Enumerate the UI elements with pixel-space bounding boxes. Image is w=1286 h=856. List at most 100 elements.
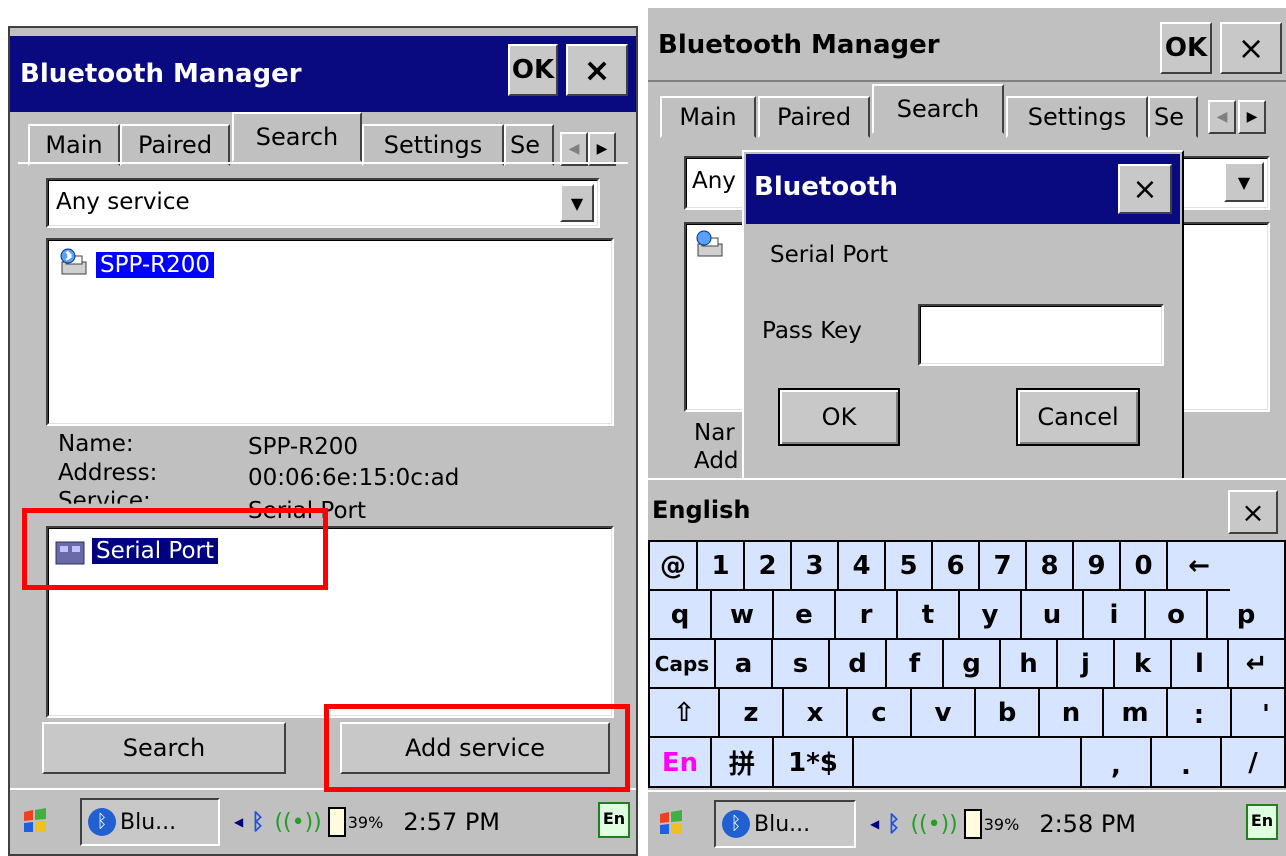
- enter-key[interactable]: ↵: [1229, 640, 1284, 689]
- wifi-signal-icon[interactable]: ((•)): [910, 812, 957, 837]
- language-en-key[interactable]: En: [650, 738, 712, 787]
- tab-paired[interactable]: Paired: [120, 124, 230, 166]
- tab-main[interactable]: Main: [28, 124, 120, 166]
- key-b[interactable]: b: [976, 689, 1040, 738]
- ok-button[interactable]: OK: [508, 44, 558, 96]
- chevron-down-icon[interactable]: ▼: [560, 184, 594, 222]
- battery-icon[interactable]: [327, 807, 346, 837]
- tray-arrow-icon[interactable]: ◀: [234, 815, 243, 829]
- key-i[interactable]: i: [1084, 591, 1146, 640]
- symbols-key[interactable]: 1*$: [774, 738, 854, 787]
- taskbar-app-button[interactable]: ᛒ Blu...: [714, 800, 856, 848]
- key-k[interactable]: k: [1115, 640, 1172, 689]
- key-d[interactable]: d: [830, 640, 887, 689]
- shift-key[interactable]: ⇧: [650, 689, 720, 738]
- key-x[interactable]: x: [784, 689, 848, 738]
- tab-settings[interactable]: Settings: [362, 124, 504, 166]
- key-0[interactable]: 0: [1121, 542, 1168, 591]
- key-q[interactable]: q: [650, 591, 712, 640]
- key-z[interactable]: z: [720, 689, 784, 738]
- dialog-ok-button[interactable]: OK: [778, 388, 900, 446]
- backspace-key[interactable]: ←: [1168, 542, 1230, 591]
- close-button[interactable]: ×: [566, 44, 628, 96]
- key-l[interactable]: l: [1172, 640, 1229, 689]
- key-4[interactable]: 4: [839, 542, 886, 591]
- key-7[interactable]: 7: [980, 542, 1027, 591]
- key-n[interactable]: n: [1040, 689, 1104, 738]
- window-title: Bluetooth Manager: [658, 30, 940, 60]
- wifi-signal-icon[interactable]: ((•)): [274, 810, 321, 835]
- tab-scroll-right-icon[interactable]: ▶: [588, 132, 616, 166]
- tab-search[interactable]: Search: [872, 84, 1004, 134]
- key-symbol[interactable]: /: [1222, 738, 1284, 787]
- key-t[interactable]: t: [898, 591, 960, 640]
- key-8[interactable]: 8: [1027, 542, 1074, 591]
- tray-arrow-icon[interactable]: ◀: [870, 817, 879, 831]
- tab-scroll-left-icon[interactable]: ◀: [560, 132, 588, 166]
- key-s[interactable]: s: [773, 640, 830, 689]
- key-g[interactable]: g: [944, 640, 1001, 689]
- tab-more[interactable]: Se: [504, 124, 554, 166]
- bluetooth-tray-icon[interactable]: ᛒ: [887, 812, 900, 837]
- printer-bluetooth-icon: [694, 230, 728, 264]
- caps-key[interactable]: Caps: [650, 640, 716, 689]
- key-2[interactable]: 2: [745, 542, 792, 591]
- pinyin-key[interactable]: 拼: [712, 738, 774, 787]
- start-flag-icon[interactable]: [18, 804, 52, 838]
- key-symbol[interactable]: ,: [1082, 738, 1152, 787]
- key-w[interactable]: w: [712, 591, 774, 640]
- chevron-down-icon[interactable]: ▼: [1224, 162, 1264, 202]
- key-p[interactable]: p: [1208, 591, 1284, 640]
- name-value: SPP-R200: [248, 434, 359, 460]
- key-h[interactable]: h: [1001, 640, 1058, 689]
- key-1[interactable]: 1: [698, 542, 745, 591]
- search-button[interactable]: Search: [42, 722, 286, 774]
- start-flag-icon[interactable]: [654, 806, 688, 840]
- input-method-icon[interactable]: En: [1246, 804, 1278, 840]
- tab-search[interactable]: Search: [232, 112, 362, 162]
- close-button[interactable]: ×: [1220, 22, 1282, 74]
- key-j[interactable]: j: [1058, 640, 1115, 689]
- device-list[interactable]: SPP-R200: [46, 238, 614, 426]
- key-c[interactable]: c: [848, 689, 912, 738]
- keyboard-close-button[interactable]: ×: [1228, 490, 1278, 534]
- space-key[interactable]: [854, 738, 1082, 787]
- key-f[interactable]: f: [887, 640, 944, 689]
- tab-more[interactable]: Se: [1148, 96, 1198, 138]
- key-v[interactable]: v: [912, 689, 976, 738]
- key-6[interactable]: 6: [933, 542, 980, 591]
- tab-main[interactable]: Main: [660, 96, 756, 138]
- tab-paired[interactable]: Paired: [758, 96, 870, 138]
- input-method-icon[interactable]: En: [598, 802, 630, 838]
- key-u[interactable]: u: [1022, 591, 1084, 640]
- key-o[interactable]: o: [1146, 591, 1208, 640]
- pass-key-input[interactable]: [918, 304, 1164, 366]
- key-5[interactable]: 5: [886, 542, 933, 591]
- key-a[interactable]: a: [716, 640, 773, 689]
- tab-settings[interactable]: Settings: [1006, 96, 1148, 138]
- key-m[interactable]: m: [1104, 689, 1168, 738]
- key-e[interactable]: e: [774, 591, 836, 640]
- key-symbol[interactable]: @: [650, 542, 698, 591]
- ok-button[interactable]: OK: [1160, 22, 1212, 74]
- key-symbol[interactable]: :: [1168, 689, 1232, 738]
- dialog-cancel-button[interactable]: Cancel: [1016, 388, 1140, 446]
- left-taskbar: ᛒ Blu... ◀ ᛒ ((•)) 39% 2:57 PM En: [10, 788, 636, 854]
- device-item[interactable]: SPP-R200: [96, 252, 215, 278]
- key-symbol[interactable]: ': [1232, 689, 1286, 738]
- bluetooth-tray-icon[interactable]: ᛒ: [251, 810, 264, 835]
- clock[interactable]: 2:57 PM: [403, 808, 500, 836]
- key-r[interactable]: r: [836, 591, 898, 640]
- tab-scroll-left-icon[interactable]: ◀: [1208, 100, 1236, 134]
- key-9[interactable]: 9: [1074, 542, 1121, 591]
- taskbar-app-button[interactable]: ᛒ Blu...: [80, 798, 220, 846]
- clock[interactable]: 2:58 PM: [1039, 810, 1136, 838]
- dialog-close-button[interactable]: ×: [1118, 164, 1172, 214]
- key-3[interactable]: 3: [792, 542, 839, 591]
- battery-icon[interactable]: [963, 809, 982, 839]
- service-dropdown[interactable]: Any service ▼: [46, 178, 600, 228]
- key-symbol[interactable]: .: [1152, 738, 1222, 787]
- annotation-serial-port: [22, 508, 328, 590]
- key-y[interactable]: y: [960, 591, 1022, 640]
- tab-scroll-right-icon[interactable]: ▶: [1238, 100, 1266, 134]
